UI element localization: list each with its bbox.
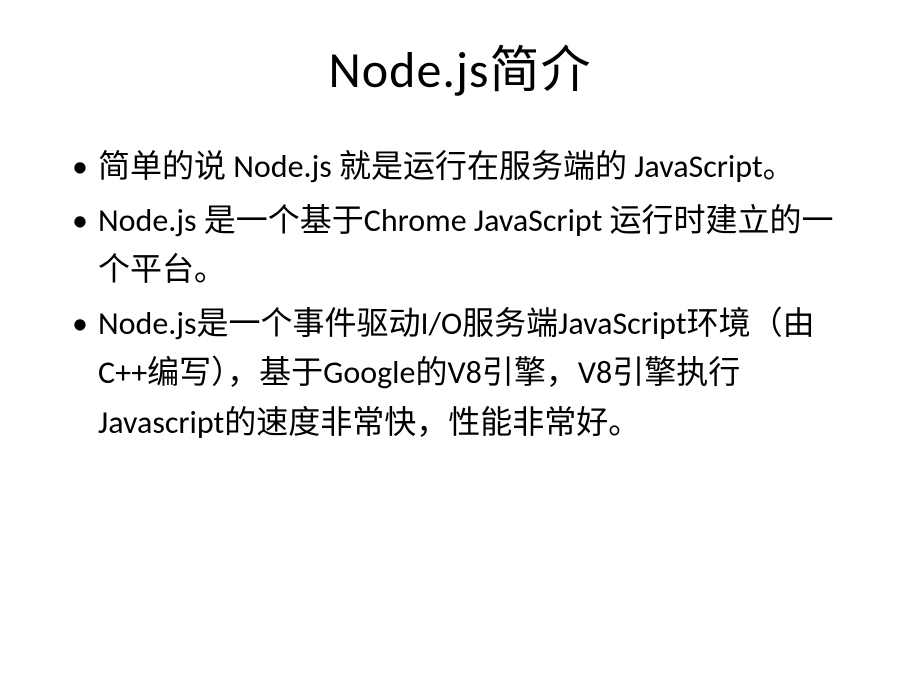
list-item: 简单的说 Node.js 就是运行在服务端的 JavaScript。	[70, 142, 850, 192]
slide-content: 简单的说 Node.js 就是运行在服务端的 JavaScript。 Node.…	[70, 142, 850, 448]
list-item: Node.js是一个事件驱动I/O服务端JavaScript环境（由C++编写）…	[70, 299, 850, 448]
slide-container: Node.js简介 简单的说 Node.js 就是运行在服务端的 JavaScr…	[0, 0, 920, 690]
list-item: Node.js 是一个基于Chrome JavaScript 运行时建立的一个平…	[70, 196, 850, 295]
slide-title: Node.js简介	[70, 30, 850, 102]
bullet-list: 简单的说 Node.js 就是运行在服务端的 JavaScript。 Node.…	[70, 142, 850, 448]
